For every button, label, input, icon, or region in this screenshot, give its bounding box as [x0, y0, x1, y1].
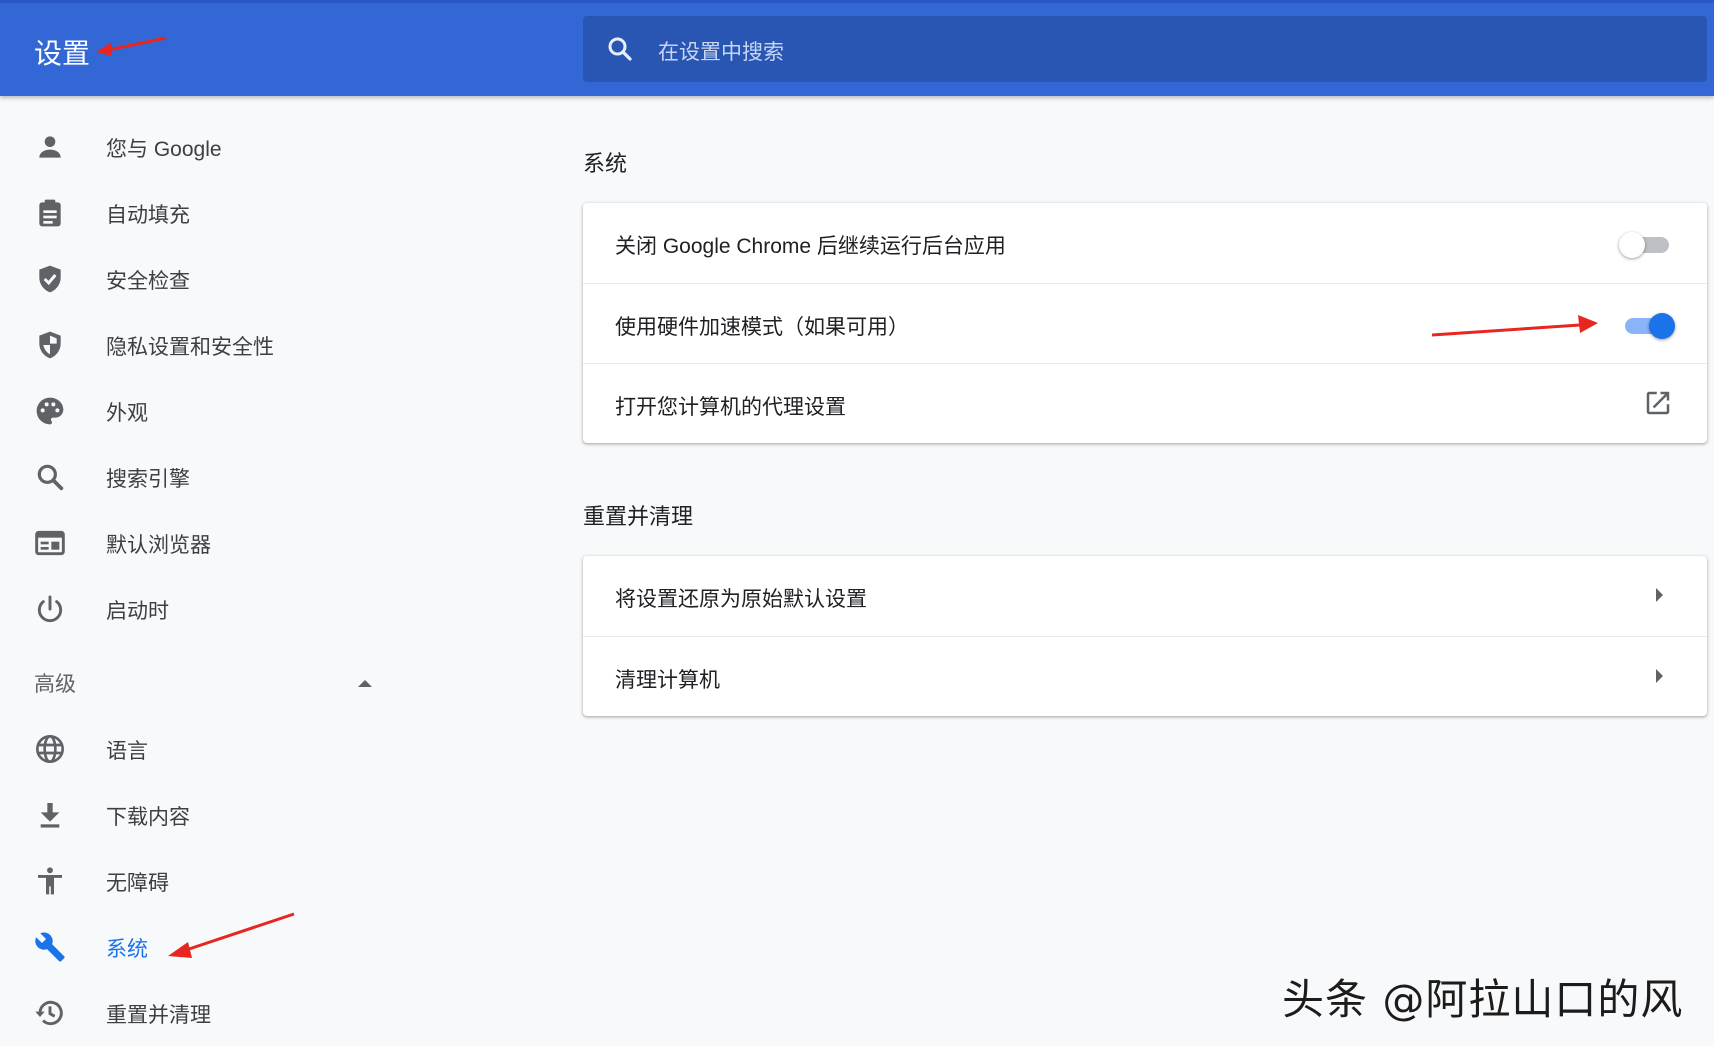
search-icon [37, 464, 64, 491]
external-link-icon[interactable] [1643, 388, 1673, 418]
sidebar-item-languages[interactable]: 语言 [0, 718, 420, 778]
top-bar: 设置 在设置中搜索 [0, 0, 1714, 96]
sidebar-item-accessibility[interactable]: 无障碍 [0, 850, 420, 910]
setting-row-cleanup-computer[interactable]: 清理计算机 [583, 636, 1707, 717]
sidebar-item-label: 重置并清理 [106, 1004, 211, 1027]
sidebar-item-you-and-google[interactable]: 您与 Google [0, 116, 420, 176]
page-title: 设置 [34, 38, 91, 69]
sidebar-item-label: 启动时 [106, 600, 169, 623]
sidebar-item-label: 默认浏览器 [106, 534, 211, 557]
setting-row-background-apps[interactable]: 关闭 Google Chrome 后继续运行后台应用 [583, 203, 1707, 283]
search-placeholder: 在设置中搜索 [658, 41, 784, 64]
sidebar-item-label: 隐私设置和安全性 [106, 336, 274, 359]
arrow-right-icon [1656, 588, 1663, 602]
reset-settings-card: 将设置还原为原始默认设置 清理计算机 [583, 556, 1707, 716]
globe-icon [36, 735, 64, 763]
sidebar-item-label: 语言 [106, 740, 148, 763]
sidebar-item-label: 系统 [106, 938, 148, 961]
accessibility-icon [38, 867, 62, 895]
sidebar-item-autofill[interactable]: 自动填充 [0, 182, 420, 242]
sidebar: 您与 Google 自动填充 安全检查 隐私设置和安全性 外观 搜索引擎 默认浏… [0, 96, 420, 1046]
system-settings-card: 关闭 Google Chrome 后继续运行后台应用 使用硬件加速模式（如果可用… [583, 203, 1707, 443]
wrench-icon [35, 932, 65, 962]
background-apps-toggle[interactable] [1619, 232, 1671, 258]
sidebar-item-label: 自动填充 [106, 204, 190, 227]
sidebar-advanced-toggle[interactable]: 高级 [34, 668, 76, 698]
toggle-knob [1649, 313, 1675, 339]
browser-window-icon [35, 530, 65, 556]
setting-label: 关闭 Google Chrome 后继续运行后台应用 [615, 235, 1006, 258]
download-icon [40, 803, 60, 828]
section-title-system: 系统 [583, 151, 628, 176]
palette-icon [36, 397, 64, 425]
sidebar-item-label: 搜索引擎 [106, 468, 190, 491]
sidebar-item-label: 下载内容 [106, 806, 190, 829]
setting-label: 清理计算机 [615, 669, 720, 692]
shield-half-icon [39, 331, 61, 359]
hardware-acceleration-toggle[interactable] [1619, 313, 1675, 339]
setting-row-proxy-settings[interactable]: 打开您计算机的代理设置 [583, 363, 1707, 444]
caret-up-icon[interactable] [358, 680, 372, 687]
setting-row-restore-defaults[interactable]: 将设置还原为原始默认设置 [583, 556, 1707, 636]
sidebar-item-label: 外观 [106, 402, 148, 425]
sidebar-item-safety-check[interactable]: 安全检查 [0, 248, 420, 308]
setting-label: 将设置还原为原始默认设置 [615, 588, 867, 611]
setting-label: 打开您计算机的代理设置 [615, 396, 846, 419]
shield-check-icon [39, 265, 61, 293]
sidebar-item-label: 安全检查 [106, 270, 190, 293]
power-icon [37, 595, 63, 623]
search-icon [608, 37, 632, 61]
sidebar-item-appearance[interactable]: 外观 [0, 380, 420, 440]
clipboard-icon [39, 199, 61, 227]
sidebar-item-search-engine[interactable]: 搜索引擎 [0, 446, 420, 506]
history-icon [35, 1000, 63, 1026]
sidebar-item-reset-and-clean[interactable]: 重置并清理 [0, 982, 420, 1042]
person-icon [39, 136, 61, 158]
arrow-right-icon [1656, 669, 1663, 683]
sidebar-item-on-startup[interactable]: 启动时 [0, 578, 420, 638]
sidebar-item-label: 无障碍 [106, 872, 169, 895]
setting-label: 使用硬件加速模式（如果可用） [615, 316, 909, 339]
toggle-knob [1619, 232, 1645, 258]
watermark-text: 头条 @阿拉山口的风 [1282, 975, 1684, 1024]
sidebar-item-privacy[interactable]: 隐私设置和安全性 [0, 314, 420, 374]
sidebar-item-label: 您与 Google [106, 138, 222, 161]
sidebar-item-system[interactable]: 系统 [0, 916, 420, 976]
search-input[interactable]: 在设置中搜索 [583, 16, 1707, 82]
sidebar-item-default-browser[interactable]: 默认浏览器 [0, 512, 420, 572]
setting-row-hardware-acceleration[interactable]: 使用硬件加速模式（如果可用） [583, 283, 1707, 364]
section-title-reset: 重置并清理 [583, 504, 694, 529]
sidebar-item-downloads[interactable]: 下载内容 [0, 784, 420, 844]
